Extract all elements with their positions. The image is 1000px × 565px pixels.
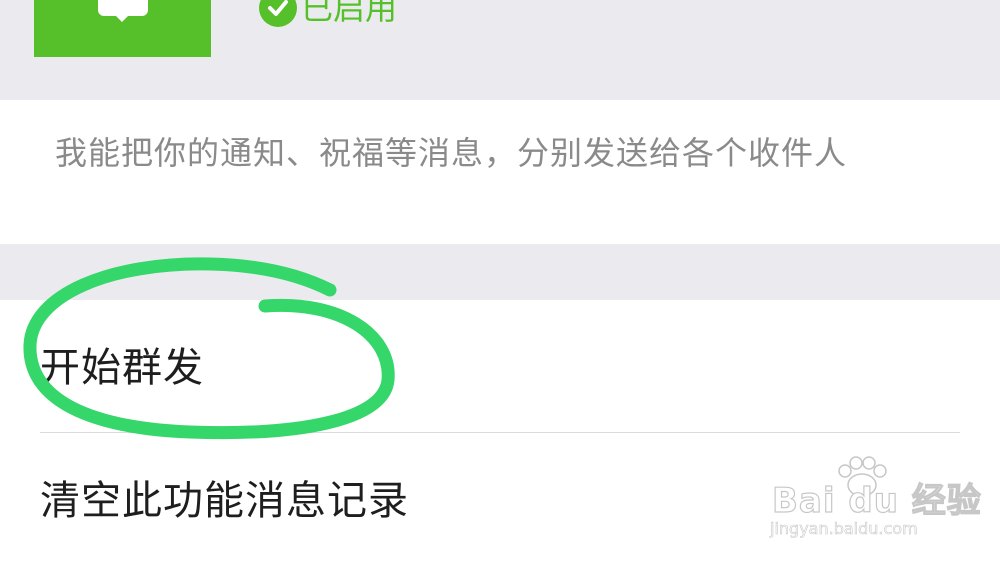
speech-bubble-tail	[114, 14, 130, 22]
plugin-description: 我能把你的通知、祝福等消息，分别发送给各个收件人	[0, 100, 1000, 244]
start-group-send-label: 开始群发	[40, 345, 204, 391]
list-divider	[40, 432, 960, 433]
plugin-header: 已启用	[0, 0, 1000, 100]
status-label: 已启用	[301, 0, 398, 27]
check-circle-icon	[259, 0, 297, 27]
section-gap	[0, 244, 1000, 300]
group-message-app-icon	[34, 0, 211, 57]
clear-message-history-label: 清空此功能消息记录	[40, 478, 409, 524]
watermark-brand: Bai du 经验	[771, 480, 982, 521]
start-group-send-item[interactable]: 开始群发	[0, 300, 1000, 432]
status-indicator: 已启用	[259, 0, 397, 28]
description-text: 我能把你的通知、祝福等消息，分别发送给各个收件人	[55, 134, 848, 172]
watermark-url: jingyan.baidu.com	[770, 519, 918, 539]
baidu-jingyan-watermark: Bai du 经验 jingyan.baidu.com	[760, 455, 990, 545]
